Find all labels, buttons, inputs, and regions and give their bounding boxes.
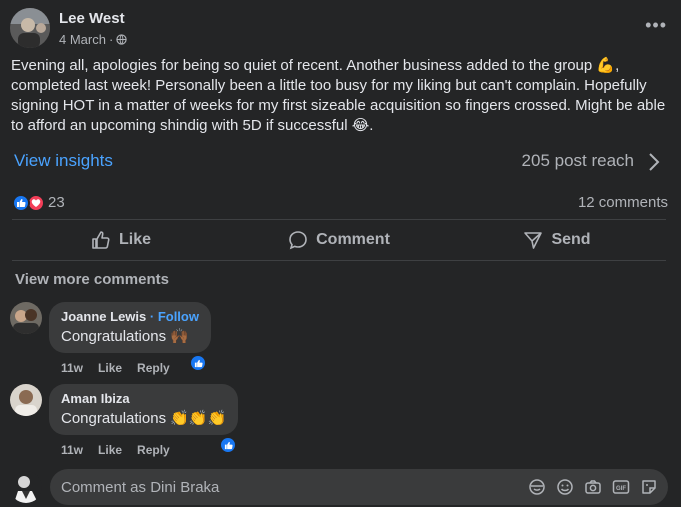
- send-label: Send: [551, 231, 591, 248]
- comment-item: Aman Ibiza Congratulations 👏👏👏 11w Like …: [10, 384, 630, 460]
- insights-row: View insights 205 post reach: [14, 150, 664, 174]
- post-reach[interactable]: 205 post reach: [522, 151, 634, 171]
- post-header: Lee West 4 March · •••: [10, 8, 671, 52]
- post-meta: 4 March ·: [59, 32, 127, 47]
- reaction-icons[interactable]: [12, 194, 46, 212]
- post-text: Evening all, apologies for being so quie…: [11, 57, 666, 134]
- comment-label: Comment: [316, 231, 390, 248]
- author-avatar[interactable]: [10, 8, 50, 48]
- reactions-row: 23 12 comments: [12, 192, 668, 214]
- commenter-avatar[interactable]: [10, 302, 42, 334]
- composer-tools: GIF: [528, 478, 658, 496]
- emoji-icon[interactable]: [556, 478, 574, 496]
- comment-like-button[interactable]: Like: [98, 361, 122, 375]
- comment-count[interactable]: 12 comments: [578, 194, 668, 211]
- comment-meta: 11w Like Reply: [61, 361, 170, 375]
- comment-reply-button[interactable]: Reply: [137, 361, 170, 375]
- comment-bubble-icon: [289, 231, 307, 250]
- svg-text:GIF: GIF: [616, 486, 626, 492]
- comment-reply-button[interactable]: Reply: [137, 443, 170, 457]
- follow-link[interactable]: · Follow: [150, 309, 199, 324]
- camera-icon[interactable]: [584, 478, 602, 496]
- reaction-count[interactable]: 23: [48, 194, 65, 211]
- comment-meta: 11w Like Reply: [61, 443, 170, 457]
- facebook-post: Lee West 4 March · ••• Evening all, apol…: [0, 0, 681, 507]
- like-reaction-icon: [12, 194, 30, 212]
- view-more-comments[interactable]: View more comments: [15, 271, 169, 288]
- comment-text: Congratulations 🙌🏾: [61, 328, 189, 345]
- send-button[interactable]: Send: [448, 222, 666, 258]
- like-label: Like: [118, 231, 151, 248]
- comment-time[interactable]: 11w: [61, 443, 83, 457]
- post-actions: Like Comment Send: [12, 222, 666, 258]
- divider: [12, 219, 666, 220]
- comment-like-reaction-icon[interactable]: [189, 354, 207, 372]
- comment-like-reaction-icon[interactable]: [219, 436, 237, 454]
- send-icon: [524, 232, 543, 249]
- comment-like-button[interactable]: Like: [98, 443, 122, 457]
- commenter-name[interactable]: Joanne Lewis: [61, 309, 146, 324]
- more-options-icon[interactable]: •••: [645, 16, 667, 34]
- current-user-avatar[interactable]: [10, 471, 42, 503]
- post-date[interactable]: 4 March: [59, 32, 106, 47]
- comment-item: Joanne Lewis · Follow Congratulations 🙌🏾…: [10, 302, 630, 378]
- meta-separator: ·: [108, 32, 114, 47]
- author-name[interactable]: Lee West: [59, 10, 125, 27]
- thumbs-up-icon: [92, 231, 110, 249]
- comment-bubble: Aman Ibiza Congratulations 👏👏👏: [49, 384, 239, 435]
- like-button[interactable]: Like: [12, 222, 230, 258]
- commenter-name[interactable]: Aman Ibiza: [61, 391, 130, 406]
- avatar-sticker-icon[interactable]: [528, 478, 546, 496]
- comment-bubble: Joanne Lewis · Follow Congratulations 🙌🏾: [49, 302, 211, 353]
- gif-icon[interactable]: GIF: [612, 478, 630, 496]
- comment-text: Congratulations 👏👏👏: [61, 410, 227, 427]
- divider: [12, 260, 666, 261]
- sticker-icon[interactable]: [640, 478, 658, 496]
- comment-composer: GIF: [10, 469, 668, 505]
- comment-time[interactable]: 11w: [61, 361, 83, 375]
- comment-button[interactable]: Comment: [230, 222, 448, 258]
- view-insights-link[interactable]: View insights: [14, 151, 113, 171]
- globe-icon: [116, 34, 127, 45]
- commenter-avatar[interactable]: [10, 384, 42, 416]
- chevron-right-icon[interactable]: [648, 152, 660, 172]
